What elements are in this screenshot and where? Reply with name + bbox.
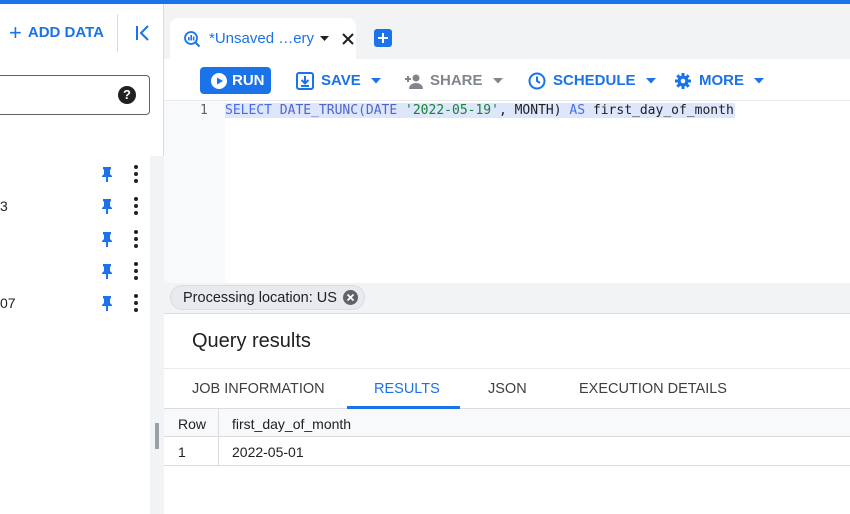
tree-item[interactable] [0, 255, 150, 287]
pin-icon[interactable] [100, 166, 114, 182]
string-literal: '2022-05-19' [405, 103, 499, 118]
line-number: 1 [200, 103, 208, 118]
play-icon [211, 72, 227, 89]
keyword-date: DATE [365, 103, 398, 118]
query-results-title: Query results [192, 330, 311, 352]
query-workspace: *Unsaved …ery RUN SAVE SHARE SCHEDULE MO… [164, 4, 850, 514]
add-data-label: ADD DATA [27, 24, 104, 41]
tab-label: *Unsaved …ery [209, 30, 315, 47]
more-vert-icon[interactable] [130, 164, 142, 184]
plus-icon: + [9, 19, 22, 45]
pin-icon[interactable] [100, 295, 114, 311]
month-token: MONTH) [514, 103, 562, 118]
column-alias: first_day_of_month [592, 103, 734, 118]
explorer-search-input[interactable]: ? [0, 75, 150, 115]
resource-tree: 3 07 [0, 156, 150, 514]
save-button[interactable]: SAVE [295, 67, 381, 94]
close-icon[interactable] [341, 32, 355, 46]
share-button[interactable]: SHARE [404, 67, 503, 94]
more-vert-icon[interactable] [130, 261, 142, 281]
more-button[interactable]: MORE [673, 67, 764, 94]
query-toolbar: RUN SAVE SHARE SCHEDULE MORE [164, 59, 850, 101]
first-day-of-month-cell: 2022-05-01 [232, 444, 304, 460]
chip-cancel-icon[interactable] [342, 290, 358, 305]
line-gutter: 1 [164, 101, 225, 283]
run-label: RUN [232, 72, 265, 89]
help-icon[interactable]: ? [118, 86, 136, 104]
keyword-select: SELECT [225, 103, 272, 118]
tab-execution-details[interactable]: EXECUTION DETAILS [579, 381, 727, 397]
panel-resize-strip[interactable] [150, 156, 164, 514]
panel-resize-handle[interactable] [155, 423, 159, 449]
tree-item-label: 07 [0, 295, 16, 311]
sql-editor[interactable]: 1 SELECT DATE_TRUNC(DATE '2022-05-19', M… [164, 101, 850, 283]
more-label: MORE [699, 72, 744, 89]
results-tab-bar: JOB INFORMATION RESULTS JSON EXECUTION D… [164, 368, 850, 409]
caret-down-icon [645, 77, 656, 83]
pin-icon[interactable] [100, 198, 114, 214]
save-label: SAVE [321, 72, 361, 89]
keyword-as: AS [569, 103, 586, 118]
selected-code: SELECT DATE_TRUNC(DATE '2022-05-19', MON… [225, 103, 735, 118]
explorer-panel: + ADD DATA ? 3 07 [0, 4, 164, 514]
caret-down-icon [492, 77, 503, 83]
header-divider [117, 14, 118, 52]
caret-down-icon [370, 77, 381, 83]
settings-gear-icon [675, 72, 691, 89]
function-date-trunc: DATE_TRUNC( [279, 103, 366, 118]
processing-location-bar: Processing location: US [164, 283, 850, 314]
pin-icon[interactable] [100, 231, 114, 247]
save-icon [296, 71, 314, 90]
editor-tab-strip: *Unsaved …ery [164, 4, 850, 59]
more-vert-icon[interactable] [130, 229, 142, 249]
code-line[interactable]: SELECT DATE_TRUNC(DATE '2022-05-19', MON… [225, 101, 735, 121]
run-button[interactable]: RUN [200, 67, 271, 94]
tab-json[interactable]: JSON [488, 381, 527, 397]
column-header-first-day-of-month: first_day_of_month [232, 416, 352, 432]
table-header: Row first_day_of_month [164, 409, 850, 437]
pin-icon[interactable] [100, 263, 114, 279]
add-tab-icon[interactable] [374, 29, 392, 47]
tree-item[interactable] [0, 223, 150, 255]
tree-item[interactable]: 3 [0, 190, 150, 222]
tab-job-information[interactable]: JOB INFORMATION [192, 381, 325, 397]
tree-item[interactable] [0, 158, 150, 190]
tree-item-label: 3 [0, 198, 8, 214]
caret-down-icon[interactable] [320, 35, 330, 42]
collapse-panel-icon[interactable] [132, 22, 154, 44]
processing-location-label: Processing location: US [183, 289, 337, 306]
query-icon [184, 30, 201, 47]
schedule-clock-icon [528, 72, 546, 89]
share-label: SHARE [430, 72, 483, 89]
tree-item[interactable]: 07 [0, 287, 150, 319]
schedule-label: SCHEDULE [553, 72, 636, 89]
comma-token: , [498, 103, 507, 118]
row-number-cell: 1 [178, 444, 186, 460]
share-person-icon [405, 74, 423, 89]
caret-down-icon [754, 77, 764, 83]
column-divider [218, 409, 219, 466]
schedule-button[interactable]: SCHEDULE [527, 67, 656, 94]
more-vert-icon[interactable] [130, 293, 142, 313]
column-header-row: Row [178, 416, 207, 432]
table-row: 1 2022-05-01 [164, 437, 850, 466]
processing-location-chip[interactable]: Processing location: US [170, 285, 365, 310]
tab-results[interactable]: RESULTS [374, 381, 440, 397]
add-data-button[interactable]: + ADD DATA [9, 19, 104, 45]
more-vert-icon[interactable] [130, 196, 142, 216]
tab-unsaved-query[interactable]: *Unsaved …ery [170, 18, 356, 59]
